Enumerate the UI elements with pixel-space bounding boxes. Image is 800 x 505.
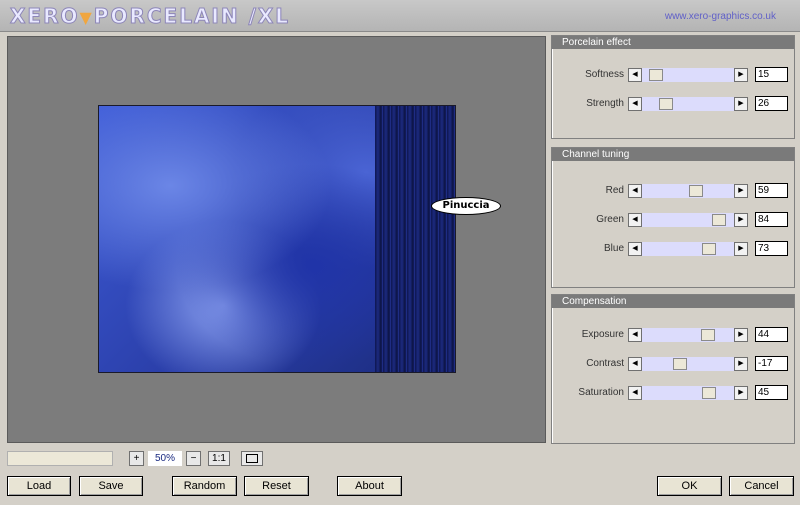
red-slider[interactable]: ◀ ▶ — [628, 184, 748, 198]
control-label: Red — [605, 185, 624, 196]
saturation-value-field[interactable]: 45 — [755, 385, 788, 400]
image-edge-texture — [375, 106, 455, 372]
control-label: Exposure — [581, 329, 624, 340]
arrow-left-icon[interactable]: ◀ — [628, 242, 642, 256]
reset-button[interactable]: Reset — [244, 476, 309, 496]
arrow-left-icon[interactable]: ◀ — [628, 386, 642, 400]
panel-compensation: Compensation Exposure ◀ ▶ 44 Contrast ◀ … — [551, 294, 795, 444]
softness-value-field[interactable]: 15 — [755, 67, 788, 82]
cancel-button[interactable]: Cancel — [729, 476, 794, 496]
arrow-right-icon[interactable]: ▶ — [734, 184, 748, 198]
softness-slider[interactable]: ◀ ▶ — [628, 68, 748, 82]
panel-title: Channel tuning — [552, 148, 794, 161]
slider-thumb[interactable] — [689, 185, 704, 197]
app-logo: XERO▼PORCELAIN /XL — [9, 4, 291, 30]
panel-title: Compensation — [552, 295, 794, 308]
slider-thumb[interactable] — [712, 214, 727, 226]
status-field — [7, 451, 113, 466]
zoom-actual-size-button[interactable]: 1:1 — [208, 451, 230, 466]
arrow-left-icon[interactable]: ◀ — [628, 68, 642, 82]
control-label: Contrast — [586, 358, 624, 369]
exposure-value-field[interactable]: 44 — [755, 327, 788, 342]
control-saturation: Saturation ◀ ▶ 45 — [552, 385, 796, 400]
fit-icon — [246, 454, 258, 463]
control-label: Green — [596, 214, 624, 225]
control-label: Strength — [586, 98, 624, 109]
zoom-level: 50% — [148, 451, 182, 466]
arrow-left-icon[interactable]: ◀ — [628, 213, 642, 227]
website-link[interactable]: www.xero-graphics.co.uk — [665, 11, 776, 22]
slider-thumb[interactable] — [701, 329, 716, 341]
panel-porcelain-effect: Porcelain effect Softness ◀ ▶ 15 Strengt… — [551, 35, 795, 139]
zoom-out-button[interactable]: − — [186, 451, 201, 466]
arrow-left-icon[interactable]: ◀ — [628, 184, 642, 198]
panel-title: Porcelain effect — [552, 36, 794, 49]
logo-triangle-icon: ▼ — [79, 8, 94, 27]
arrow-left-icon[interactable]: ◀ — [628, 97, 642, 111]
slider-thumb[interactable] — [672, 358, 687, 370]
arrow-right-icon[interactable]: ▶ — [734, 357, 748, 371]
slider-track[interactable] — [642, 328, 734, 342]
saturation-slider[interactable]: ◀ ▶ — [628, 386, 748, 400]
blue-value-field[interactable]: 73 — [755, 241, 788, 256]
arrow-right-icon[interactable]: ▶ — [734, 97, 748, 111]
slider-track[interactable] — [642, 68, 734, 82]
slider-thumb[interactable] — [648, 69, 663, 81]
watermark-signature: Pinuccia — [431, 197, 501, 215]
arrow-right-icon[interactable]: ▶ — [734, 242, 748, 256]
control-strength: Strength ◀ ▶ 26 — [552, 96, 796, 111]
control-label: Saturation — [578, 387, 624, 398]
slider-track[interactable] — [642, 97, 734, 111]
random-button[interactable]: Random — [172, 476, 237, 496]
control-label: Softness — [585, 69, 624, 80]
green-slider[interactable]: ◀ ▶ — [628, 213, 748, 227]
header-bar: XERO▼PORCELAIN /XL www.xero-graphics.co.… — [0, 0, 800, 32]
arrow-right-icon[interactable]: ▶ — [734, 328, 748, 342]
slider-track[interactable] — [642, 213, 734, 227]
slider-track[interactable] — [642, 184, 734, 198]
control-softness: Softness ◀ ▶ 15 — [552, 67, 796, 82]
ok-button[interactable]: OK — [657, 476, 722, 496]
arrow-right-icon[interactable]: ▶ — [734, 68, 748, 82]
control-blue: Blue ◀ ▶ 73 — [552, 241, 796, 256]
control-green: Green ◀ ▶ 84 — [552, 212, 796, 227]
arrow-right-icon[interactable]: ▶ — [734, 213, 748, 227]
control-label: Blue — [603, 243, 624, 254]
preview-image — [98, 105, 456, 373]
fit-to-window-button[interactable] — [241, 451, 263, 466]
logo-part2: PORCELAIN /XL — [93, 4, 291, 29]
load-button[interactable]: Load — [7, 476, 71, 496]
slider-thumb[interactable] — [658, 98, 673, 110]
logo-part1: XERO — [9, 4, 80, 29]
arrow-right-icon[interactable]: ▶ — [734, 386, 748, 400]
arrow-left-icon[interactable]: ◀ — [628, 357, 642, 371]
contrast-slider[interactable]: ◀ ▶ — [628, 357, 748, 371]
contrast-value-field[interactable]: -17 — [755, 356, 788, 371]
save-button[interactable]: Save — [79, 476, 143, 496]
slider-track[interactable] — [642, 242, 734, 256]
slider-track[interactable] — [642, 357, 734, 371]
arrow-left-icon[interactable]: ◀ — [628, 328, 642, 342]
preview-area[interactable] — [7, 36, 546, 443]
exposure-slider[interactable]: ◀ ▶ — [628, 328, 748, 342]
control-exposure: Exposure ◀ ▶ 44 — [552, 327, 796, 342]
about-button[interactable]: About — [337, 476, 402, 496]
slider-thumb[interactable] — [702, 243, 717, 255]
red-value-field[interactable]: 59 — [755, 183, 788, 198]
control-red: Red ◀ ▶ 59 — [552, 183, 796, 198]
slider-track[interactable] — [642, 386, 734, 400]
strength-slider[interactable]: ◀ ▶ — [628, 97, 748, 111]
blue-slider[interactable]: ◀ ▶ — [628, 242, 748, 256]
panel-channel-tuning: Channel tuning Red ◀ ▶ 59 Green ◀ ▶ 84 B… — [551, 147, 795, 288]
green-value-field[interactable]: 84 — [755, 212, 788, 227]
control-contrast: Contrast ◀ ▶ -17 — [552, 356, 796, 371]
zoom-in-button[interactable]: + — [129, 451, 144, 466]
slider-thumb[interactable] — [701, 387, 716, 399]
strength-value-field[interactable]: 26 — [755, 96, 788, 111]
